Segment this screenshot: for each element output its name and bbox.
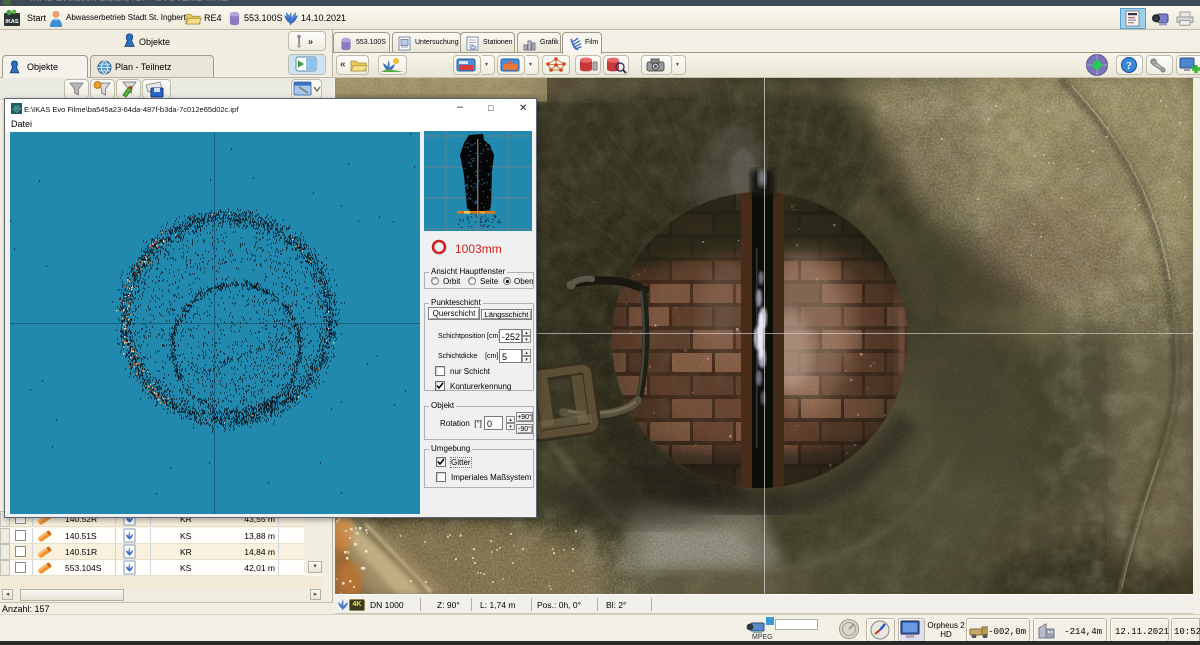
svg-text:?: ? — [1126, 60, 1132, 72]
svg-text:»: » — [308, 37, 313, 47]
svg-text:IKAS: IKAS — [5, 19, 18, 25]
